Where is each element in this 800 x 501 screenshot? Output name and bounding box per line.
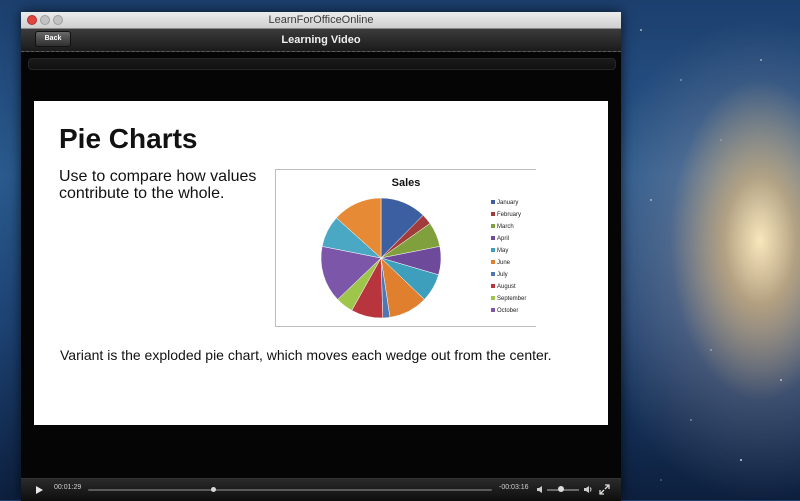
minimize-window-button[interactable] — [40, 15, 50, 25]
player-controls: 00:01:29 -00:03:16 — [21, 478, 621, 501]
legend-label: May — [497, 248, 508, 254]
legend-swatch — [491, 284, 495, 288]
slide-title: Pie Charts — [59, 123, 198, 154]
pie-chart-box: Sales January February March April May June Ju… — [275, 169, 536, 327]
seek-track[interactable] — [88, 489, 492, 491]
close-window-button[interactable] — [27, 15, 37, 25]
window-title: LearnForOfficeOnline — [268, 14, 374, 26]
desktop-stars — [640, 29, 782, 481]
pie-chart: Sales January February March April May June Ju… — [320, 177, 526, 319]
seek-knob[interactable] — [211, 487, 217, 492]
legend-swatch — [491, 200, 495, 204]
volume-knob[interactable] — [558, 486, 565, 492]
play-icon[interactable] — [36, 486, 43, 494]
navigation-bar: Back Learning Video — [21, 29, 621, 52]
window-titlebar: LearnForOfficeOnline — [21, 12, 621, 29]
legend-swatch — [491, 260, 495, 264]
legend-swatch — [491, 272, 495, 276]
legend-label: July — [497, 272, 508, 278]
nav-title: Learning Video — [281, 34, 361, 46]
toolbar-strip — [28, 58, 616, 70]
zoom-window-button[interactable] — [53, 15, 63, 25]
legend-label: September — [497, 296, 526, 302]
legend-swatch — [491, 308, 495, 312]
legend-swatch — [491, 296, 495, 300]
app-window: LearnForOfficeOnline Back Learning Video… — [21, 12, 621, 501]
legend-label: August — [497, 284, 516, 290]
slide-description: Use to compare how values contribute to … — [59, 168, 257, 202]
remaining-time: -00:03:16 — [499, 484, 529, 491]
volume-low-icon[interactable] — [536, 485, 545, 494]
chart-title: Sales — [392, 177, 421, 189]
legend-swatch — [491, 236, 495, 240]
volume-high-icon[interactable] — [583, 485, 593, 494]
legend-swatch — [491, 248, 495, 252]
legend-swatch — [491, 212, 495, 216]
legend-label: January — [497, 200, 518, 206]
legend-label: February — [497, 212, 521, 218]
elapsed-time: 00:01:29 — [54, 484, 82, 491]
slide-footer-text: Variant is the exploded pie chart, which… — [60, 347, 552, 363]
legend-label: June — [497, 260, 511, 266]
legend-swatch — [491, 224, 495, 228]
legend-label: October — [497, 308, 518, 314]
legend-label: April — [497, 236, 509, 242]
fullscreen-icon[interactable] — [599, 484, 610, 495]
legend-label: March — [497, 224, 514, 230]
video-frame-slide[interactable]: Pie Charts Use to compare how values con… — [34, 101, 608, 425]
